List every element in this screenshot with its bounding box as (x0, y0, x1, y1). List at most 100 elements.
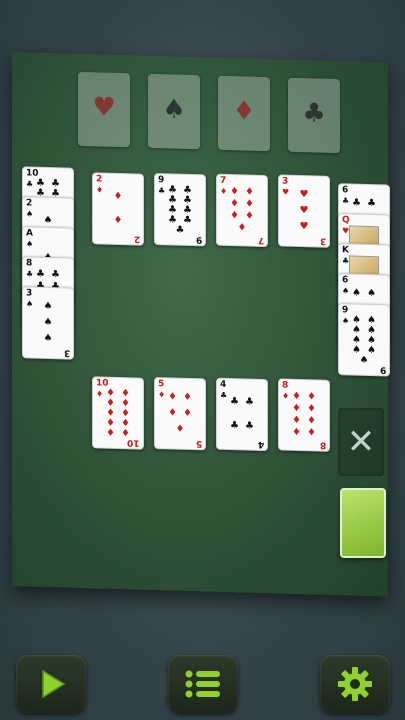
card-rank: 2 (26, 198, 33, 209)
suit-pip-icon: ♦ (230, 186, 239, 198)
card-rank-bottom: 9 (195, 234, 202, 245)
suit-pip-icon: ♦ (245, 186, 254, 198)
suit-pip-icon: ♦ (307, 403, 316, 415)
suit-pip-icon: ♣ (51, 269, 60, 281)
suit-pip-icon: ♦ (292, 426, 301, 439)
suit-pip-icon: ♣ (36, 268, 45, 280)
foundation-spades[interactable]: ♠ (148, 73, 200, 150)
left-column-card[interactable]: 3 ♠ 3 ♠ ♠ ♠ (22, 286, 74, 360)
suit-pip-icon: ♠ (43, 214, 53, 227)
suit-pip-icon: ♥ (299, 221, 309, 233)
right-column-card[interactable]: 9 ♠ 9 ♠ ♠ ♠ ♠ ♠ ♠ ♠ ♠ ♠ (338, 303, 390, 377)
suit-pip-icon: ♦ (168, 407, 177, 419)
card-rank-bottom: 3 (319, 235, 326, 246)
card-rank-bottom: 9 (379, 364, 386, 375)
suit-pip-icon: ♠ (43, 300, 53, 313)
suit-pip-icon: ♥ (299, 205, 309, 217)
card-rank: A (26, 228, 33, 239)
card-rank: 2 (96, 174, 103, 185)
card-pips: ♠ ♠ ♠ (33, 299, 63, 348)
card-rank: K (342, 245, 349, 256)
suit-pip-icon: ♣ (352, 197, 361, 209)
suit-pip-icon: ♦ (237, 222, 247, 234)
suit-pip-icon: ♦ (183, 391, 192, 404)
top-row-card[interactable]: 3 ♥ 3 ♥ ♥ ♥ (278, 174, 330, 248)
top-row-card[interactable]: 9 ♣ 9 ♣ ♣ ♣ ♣ ♣ ♣ ♣ ♣ ♣ (154, 172, 206, 247)
card-rank: 8 (282, 380, 289, 391)
card-pips: ♦ ♦ ♦ ♦ ♦ ♦ ♦ (227, 186, 257, 235)
card-pips: ♣ ♣ ♣ ♣ ♣ ♣ ♣ ♣ ♣ (165, 184, 195, 236)
suit-pip-icon: ♦ (183, 407, 192, 420)
bottom-row-card[interactable]: 8 ♦ 8 ♦ ♦ ♦ ♦ ♦ ♦ ♦ ♦ (278, 378, 330, 452)
card-rank-bottom: 2 (133, 233, 140, 244)
bottom-row-card[interactable]: 5 ♦ 5 ♦ ♦ ♦ ♦ ♦ (154, 376, 206, 451)
suit-pip-icon: ♦ (307, 391, 316, 403)
card-rank: 4 (220, 379, 227, 390)
bottom-row-card[interactable]: 4 ♣ 4 ♣ ♣ ♣ ♣ (216, 377, 268, 452)
suit-pip-icon: ♠ (352, 287, 361, 299)
suit-pip-icon: ♠ (43, 316, 53, 329)
suit-pip-icon: ♣ (230, 420, 239, 432)
card-pips: ♥ ♥ ♥ (289, 187, 319, 236)
top-row-card[interactable]: 7 ♦ 7 ♦ ♦ ♦ ♦ ♦ ♦ ♦ (216, 173, 268, 248)
foundation-diamonds[interactable]: ♦ (218, 75, 270, 152)
foundation-clubs[interactable]: ♣ (288, 77, 340, 154)
suit-pip-icon: ♦ (292, 414, 301, 427)
bottom-row-card[interactable]: 10 ♦ 10 ♦ ♦ ♦ ♦ ♦ ♦ ♦ ♦ ♦ ♦ (92, 376, 144, 450)
close-icon: ✕ (346, 422, 376, 462)
card-rank: 7 (220, 175, 227, 186)
card-pips: ♠ ♠ ♠ ♠ ♠ ♠ ♠ ♠ ♠ (349, 314, 379, 365)
suit-pip-icon: ♣ (245, 420, 254, 432)
card-rank: 9 (342, 305, 349, 316)
card-rank: Q (342, 215, 350, 226)
suit-pip-icon: ♦ (121, 428, 130, 440)
suit-pip-icon: ♣ (245, 396, 254, 408)
suit-pip-icon: ♣ (367, 197, 376, 210)
suit-pip-icon: ♦ (113, 214, 123, 227)
card-rank: 8 (26, 258, 33, 269)
suit-pip-icon: ♠ (43, 332, 53, 345)
suit-pip-icon: ♦ (175, 423, 185, 435)
diamond-icon: ♦ (232, 96, 256, 127)
suit-pip-icon: ♦ (307, 427, 316, 439)
suit-pip-icon: ♦ (168, 391, 177, 403)
play-icon (42, 669, 66, 699)
card-rank: 6 (342, 185, 349, 196)
card-rank-bottom: 4 (257, 438, 264, 450)
suit-pip-icon: ♦ (113, 190, 123, 203)
play-button[interactable] (16, 655, 86, 713)
list-icon (185, 670, 220, 698)
settings-button[interactable] (320, 655, 390, 713)
card-table: ♥ ♠ ♦ ♣ 10♣10♣♣♣♣♣♣♣♣♣♣2♠2♠♠A♠A♠8♣8♣♣♣♣♣… (12, 52, 390, 597)
card-rank: 9 (158, 175, 165, 186)
club-icon: ♣ (302, 98, 326, 129)
heart-icon: ♥ (92, 92, 116, 123)
suit-pip-icon: ♦ (292, 402, 301, 415)
card-rank-bottom: 7 (257, 234, 264, 246)
top-row-card[interactable]: 2 ♦ 2 ♦ ♦ (92, 172, 144, 246)
suit-pip-icon: ♦ (230, 210, 239, 222)
stock-pile[interactable] (340, 488, 386, 558)
card-rank: 5 (158, 379, 165, 390)
gear-icon (338, 667, 372, 701)
suit-pip-icon: ♦ (245, 210, 254, 222)
suit-pip-icon: ♣ (175, 224, 185, 236)
menu-button[interactable] (168, 655, 238, 713)
card-rank: 6 (342, 275, 349, 286)
card-rank-bottom: 8 (319, 439, 326, 450)
suit-pip-icon: ♦ (245, 198, 254, 210)
card-pips: ♣ ♣ ♣ ♣ (227, 390, 257, 439)
card-rank: 3 (282, 176, 289, 187)
suit-pip-icon: ♠ (367, 287, 376, 300)
card-pips: ♦ ♦ (103, 185, 133, 234)
card-pips: ♦ ♦ ♦ ♦ ♦ ♦ ♦ ♦ (289, 391, 319, 440)
suit-pip-icon: ♦ (292, 390, 301, 403)
waste-pile[interactable]: ✕ (338, 408, 384, 476)
card-pips: ♦ ♦ ♦ ♦ ♦ (165, 389, 195, 438)
suit-pip-icon: ♦ (106, 427, 115, 439)
suit-pip-icon: ♦ (230, 198, 239, 210)
card-rank-bottom: 5 (195, 438, 202, 449)
suit-pip-icon: ♦ (307, 415, 316, 427)
foundation-hearts[interactable]: ♥ (78, 71, 130, 148)
card-rank-bottom: 3 (63, 347, 70, 358)
